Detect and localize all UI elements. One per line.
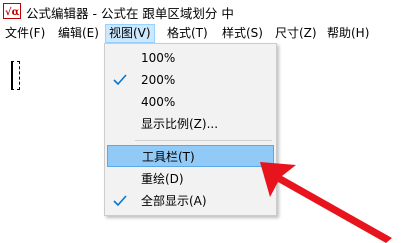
menu-file[interactable]: 文件(F) [2, 24, 48, 43]
menu-item-label: 400% [141, 95, 176, 109]
checkmark-icon [113, 195, 127, 207]
equation-editor-app-icon: √α [3, 3, 21, 19]
menu-item-redraw[interactable]: 重绘(D) [107, 168, 274, 190]
title-bar: √α 公式编辑器 - 公式在 跟单区域划分 中 [0, 0, 406, 22]
menu-style[interactable]: 样式(S) [219, 24, 266, 43]
checkmark-icon [113, 74, 127, 86]
menu-item-zoom-100[interactable]: 100% [107, 47, 274, 69]
menu-item-label: 全部显示(A) [141, 194, 207, 208]
menu-item-toolbar[interactable]: 工具栏(T) [107, 145, 274, 167]
menu-separator [135, 140, 272, 141]
menu-edit[interactable]: 编辑(E) [55, 24, 102, 43]
menu-item-zoom-200[interactable]: 200% [107, 69, 274, 91]
menu-item-zoom-custom[interactable]: 显示比例(Z)... [107, 113, 274, 135]
menu-view[interactable]: 视图(V) [105, 24, 155, 43]
menu-help[interactable]: 帮助(H) [324, 24, 372, 43]
equation-input-slot[interactable] [11, 61, 20, 90]
menu-item-label: 工具栏(T) [142, 150, 195, 164]
svg-text:√α: √α [5, 6, 20, 18]
menu-item-label: 100% [141, 51, 176, 65]
menu-bar: 文件(F) 编辑(E) 视图(V) 格式(T) 样式(S) 尺寸(Z) 帮助(H… [0, 24, 406, 44]
menu-item-zoom-400[interactable]: 400% [107, 91, 274, 113]
menu-item-label: 重绘(D) [141, 172, 184, 186]
menu-item-label: 200% [141, 73, 176, 87]
menu-size[interactable]: 尺寸(Z) [272, 24, 320, 43]
view-menu-dropdown: 100% 200% 400% 显示比例(Z)... 工具栏(T) 重绘(D) 全… [104, 43, 277, 216]
menu-format[interactable]: 格式(T) [164, 24, 211, 43]
menu-item-label: 显示比例(Z)... [141, 117, 219, 131]
menu-item-show-all[interactable]: 全部显示(A) [107, 190, 274, 212]
window-title: 公式编辑器 - 公式在 跟单区域划分 中 [26, 6, 234, 21]
